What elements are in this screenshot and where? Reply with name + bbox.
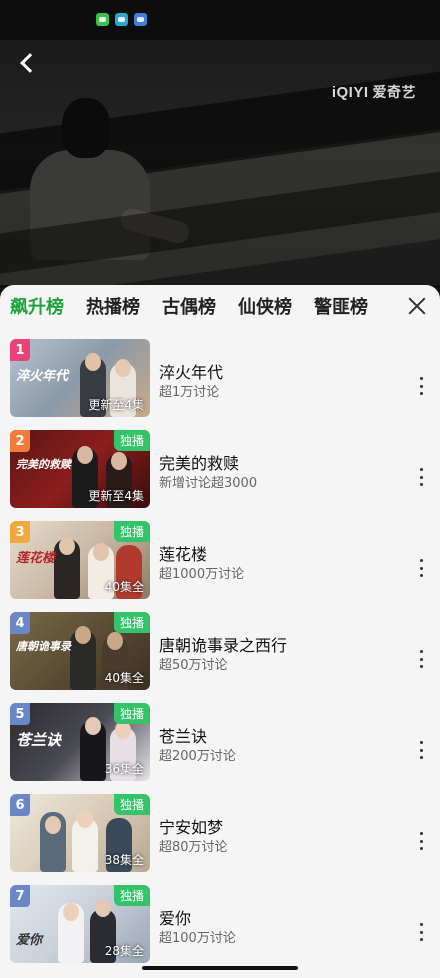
- list-item[interactable]: 淬火年代 1 更新至4集 淬火年代 超1万讨论: [0, 339, 440, 419]
- discussion-count: 超200万讨论: [159, 749, 236, 764]
- rank-badge: 5: [10, 703, 30, 725]
- more-icon[interactable]: [418, 650, 424, 668]
- episode-status: 40集全: [104, 671, 144, 685]
- rank-badge: 2: [10, 430, 30, 452]
- tab-hot[interactable]: 热播榜: [86, 293, 140, 319]
- poster-thumbnail[interactable]: 淬火年代 1 更新至4集: [10, 339, 150, 417]
- back-icon: [20, 53, 40, 73]
- list-item[interactable]: 6 独播 38集全 宁安如梦 超80万讨论: [0, 794, 440, 874]
- status-bar: [0, 0, 440, 40]
- discussion-count: 超100万讨论: [159, 931, 236, 946]
- show-title: 莲花楼: [159, 545, 208, 564]
- episode-status: 36集全: [104, 762, 144, 776]
- rank-badge: 3: [10, 521, 30, 543]
- zhihu-icon: [115, 13, 128, 26]
- poster-thumbnail[interactable]: 爱你 7 独播 28集全: [10, 885, 150, 963]
- poster-title-art: 完美的救赎: [16, 458, 71, 471]
- rank-badge: 7: [10, 885, 30, 907]
- home-indicator[interactable]: [142, 966, 298, 970]
- exclusive-badge: 独播: [113, 521, 150, 542]
- more-icon[interactable]: [418, 832, 424, 850]
- list-item[interactable]: 莲花楼 3 独播 40集全 莲花楼 超1000万讨论: [0, 521, 440, 601]
- poster-title-art: 苍兰诀: [16, 731, 62, 749]
- notification-icons: [96, 13, 147, 26]
- close-icon[interactable]: [406, 295, 428, 317]
- show-title: 完美的救赎: [159, 454, 240, 473]
- tab-costume-romance[interactable]: 古偶榜: [162, 293, 216, 319]
- poster-thumbnail[interactable]: 苍兰诀 5 独播 36集全: [10, 703, 150, 781]
- tab-crime[interactable]: 警匪榜: [314, 293, 368, 319]
- brand-watermark: iQIYI 爱奇艺: [331, 84, 416, 101]
- more-icon[interactable]: [418, 377, 424, 395]
- list-item[interactable]: 爱你 7 独播 28集全 爱你 超100万讨论: [0, 885, 440, 965]
- discussion-count: 新增讨论超3000: [159, 476, 258, 491]
- app-notification-icon: [134, 13, 147, 26]
- episode-status: 40集全: [104, 580, 144, 594]
- rank-badge: 6: [10, 794, 30, 816]
- ranking-tabs: 飙升榜 热播榜 古偶榜 仙侠榜 警匪榜: [0, 285, 440, 327]
- more-icon[interactable]: [418, 923, 424, 941]
- discussion-count: 超1000万讨论: [159, 567, 245, 582]
- tab-xianxia[interactable]: 仙侠榜: [238, 293, 292, 319]
- episode-status: 更新至4集: [88, 489, 144, 503]
- discussion-count: 超50万讨论: [159, 658, 228, 673]
- more-icon[interactable]: [418, 559, 424, 577]
- poster-title-art: 爱你: [16, 933, 43, 948]
- poster-thumbnail[interactable]: 莲花楼 3 独播 40集全: [10, 521, 150, 599]
- list-item[interactable]: 唐朝诡事录 4 独播 40集全 唐朝诡事录之西行 超50万讨论: [0, 612, 440, 692]
- more-icon[interactable]: [418, 741, 424, 759]
- tab-rising[interactable]: 飙升榜: [10, 293, 64, 319]
- poster-thumbnail[interactable]: 唐朝诡事录 4 独播 40集全: [10, 612, 150, 690]
- poster-thumbnail[interactable]: 完美的救赎 2 独播 更新至4集: [10, 430, 150, 508]
- show-title: 唐朝诡事录之西行: [159, 636, 288, 655]
- rank-badge: 4: [10, 612, 30, 634]
- show-title: 淬火年代: [159, 363, 224, 382]
- rank-badge: 1: [10, 339, 30, 361]
- show-title: 爱你: [159, 909, 192, 928]
- discussion-count: 超80万讨论: [159, 840, 228, 855]
- discussion-count: 超1万讨论: [159, 385, 220, 400]
- exclusive-badge: 独播: [113, 703, 150, 724]
- exclusive-badge: 独播: [113, 612, 150, 633]
- exclusive-badge: 独播: [113, 430, 150, 451]
- video-player[interactable]: [0, 40, 440, 285]
- poster-title-art: 莲花楼: [16, 551, 56, 566]
- show-title: 苍兰诀: [159, 727, 208, 746]
- poster-title-art: 唐朝诡事录: [16, 640, 71, 653]
- show-title: 宁安如梦: [159, 818, 224, 837]
- list-item[interactable]: 完美的救赎 2 独播 更新至4集 完美的救赎 新增讨论超3000: [0, 430, 440, 510]
- wechat-icon: [96, 13, 109, 26]
- exclusive-badge: 独播: [113, 794, 150, 815]
- episode-status: 28集全: [104, 944, 144, 958]
- back-button[interactable]: [12, 48, 42, 78]
- list-item[interactable]: 苍兰诀 5 独播 36集全 苍兰诀 超200万讨论: [0, 703, 440, 783]
- poster-title-art: 淬火年代: [16, 369, 69, 384]
- exclusive-badge: 独播: [113, 885, 150, 906]
- episode-status: 更新至4集: [88, 398, 144, 412]
- poster-thumbnail[interactable]: 6 独播 38集全: [10, 794, 150, 872]
- episode-status: 38集全: [104, 853, 144, 867]
- ranking-panel: 飙升榜 热播榜 古偶榜 仙侠榜 警匪榜 淬火年代 1 更新至4集 淬火年代 超1…: [0, 285, 440, 978]
- more-icon[interactable]: [418, 468, 424, 486]
